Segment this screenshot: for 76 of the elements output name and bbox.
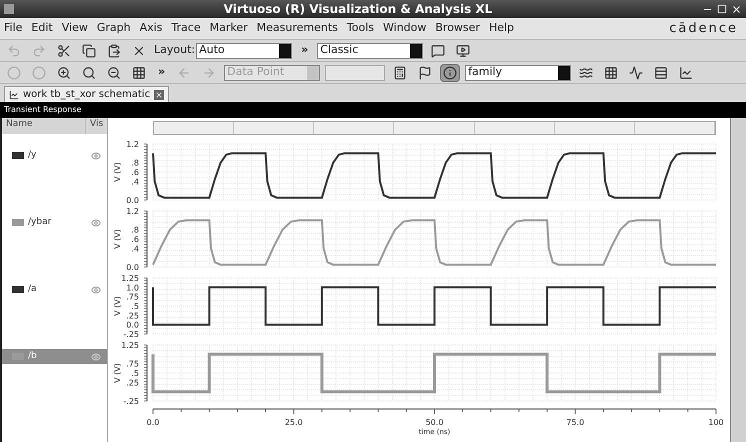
- tick-label: .8: [131, 158, 139, 168]
- menu-item[interactable]: Trace: [171, 20, 201, 37]
- menu-item[interactable]: Measurements: [256, 20, 338, 37]
- menu-item[interactable]: Graph: [96, 20, 131, 37]
- chart-icon: [9, 90, 19, 100]
- scrollbar[interactable]: [153, 121, 716, 135]
- tick-label: .25: [126, 311, 139, 320]
- close-icon[interactable]: [154, 90, 164, 100]
- dropdown[interactable]: family: [465, 64, 572, 80]
- maximize-icon[interactable]: [717, 4, 727, 14]
- y-axis: [144, 344, 148, 402]
- eye-icon[interactable]: [91, 284, 101, 294]
- tick-label: 0.0: [126, 320, 139, 330]
- signal-name: /a: [28, 282, 38, 296]
- tick-label: 0.0: [146, 418, 160, 427]
- tick-label: .8: [131, 226, 139, 235]
- tick-label: 0.0: [126, 196, 139, 205]
- tab[interactable]: work tb_st_xor schematic: [4, 86, 170, 102]
- y-axis: [144, 278, 148, 334]
- axis-label: V (V): [113, 363, 122, 383]
- tick-label: .5: [131, 369, 139, 378]
- menu-item[interactable]: File: [4, 20, 22, 37]
- tick-label: 75.0: [566, 418, 584, 427]
- column-header: Name: [5, 118, 34, 131]
- tick-label: 1.25: [121, 341, 139, 350]
- dropdown[interactable]: Classic: [317, 42, 424, 58]
- tick-label: 25.0: [284, 418, 303, 427]
- tick-label: .5: [131, 302, 139, 311]
- signal-row[interactable]: /ybar: [2, 215, 107, 230]
- tick-label: -.25: [123, 330, 139, 339]
- tick-label: 1.25: [121, 274, 139, 283]
- menu-item[interactable]: Browser: [435, 20, 480, 37]
- panel-title: Transient Response: [4, 104, 82, 116]
- tick-label: -.25: [123, 397, 139, 406]
- signal-name: /ybar: [28, 216, 52, 229]
- menu-item[interactable]: Axis: [140, 20, 162, 37]
- dropdown[interactable]: Auto: [196, 42, 292, 58]
- tick-label: .75: [126, 292, 139, 302]
- tick-label: 0.0: [126, 263, 139, 272]
- window-title: Virtuoso (R) Visualization & Analysis XL: [222, 1, 494, 18]
- tick-label: .4: [131, 244, 139, 254]
- menu-item[interactable]: Help: [488, 20, 514, 37]
- tick-label: .25: [126, 378, 139, 388]
- menu-item[interactable]: Tools: [346, 20, 374, 37]
- axis-label: V (V): [113, 229, 122, 249]
- overflow-button[interactable]: »: [297, 42, 312, 59]
- eye-icon[interactable]: [91, 218, 101, 228]
- tick-label: 50.0: [426, 418, 444, 427]
- tick-label: .4: [131, 177, 139, 186]
- menu-item[interactable]: View: [62, 20, 88, 37]
- tick-label: .75: [126, 360, 139, 369]
- y-axis: [144, 144, 148, 200]
- signal-name: /y: [28, 148, 38, 162]
- tick-label: 100: [708, 418, 724, 427]
- app-icon: [4, 4, 14, 14]
- column-header: Vis: [85, 118, 107, 134]
- overflow-button[interactable]: »: [154, 64, 170, 81]
- tick-label: 1.0: [126, 283, 139, 292]
- info-icon[interactable]: [440, 64, 460, 82]
- tick-label: .6: [131, 168, 139, 177]
- close-icon[interactable]: [731, 4, 742, 14]
- signal-name: /b: [28, 350, 38, 363]
- tick-label: 1.2: [126, 207, 139, 216]
- signal-row[interactable]: /y: [2, 148, 107, 163]
- axis-label: V (V): [113, 162, 122, 182]
- y-axis: [144, 210, 148, 268]
- layout-label: Layout:: [154, 42, 196, 58]
- eye-icon[interactable]: [91, 150, 101, 160]
- menu-item[interactable]: Marker: [210, 20, 248, 37]
- axis-label: V (V): [113, 296, 122, 316]
- tick-label: .6: [131, 235, 139, 244]
- menu-item[interactable]: Edit: [31, 20, 53, 37]
- logo: cādence: [669, 20, 738, 38]
- menu-item[interactable]: Window: [383, 20, 426, 37]
- tick-label: 1.2: [126, 140, 139, 149]
- signal-row[interactable]: /a: [2, 282, 107, 297]
